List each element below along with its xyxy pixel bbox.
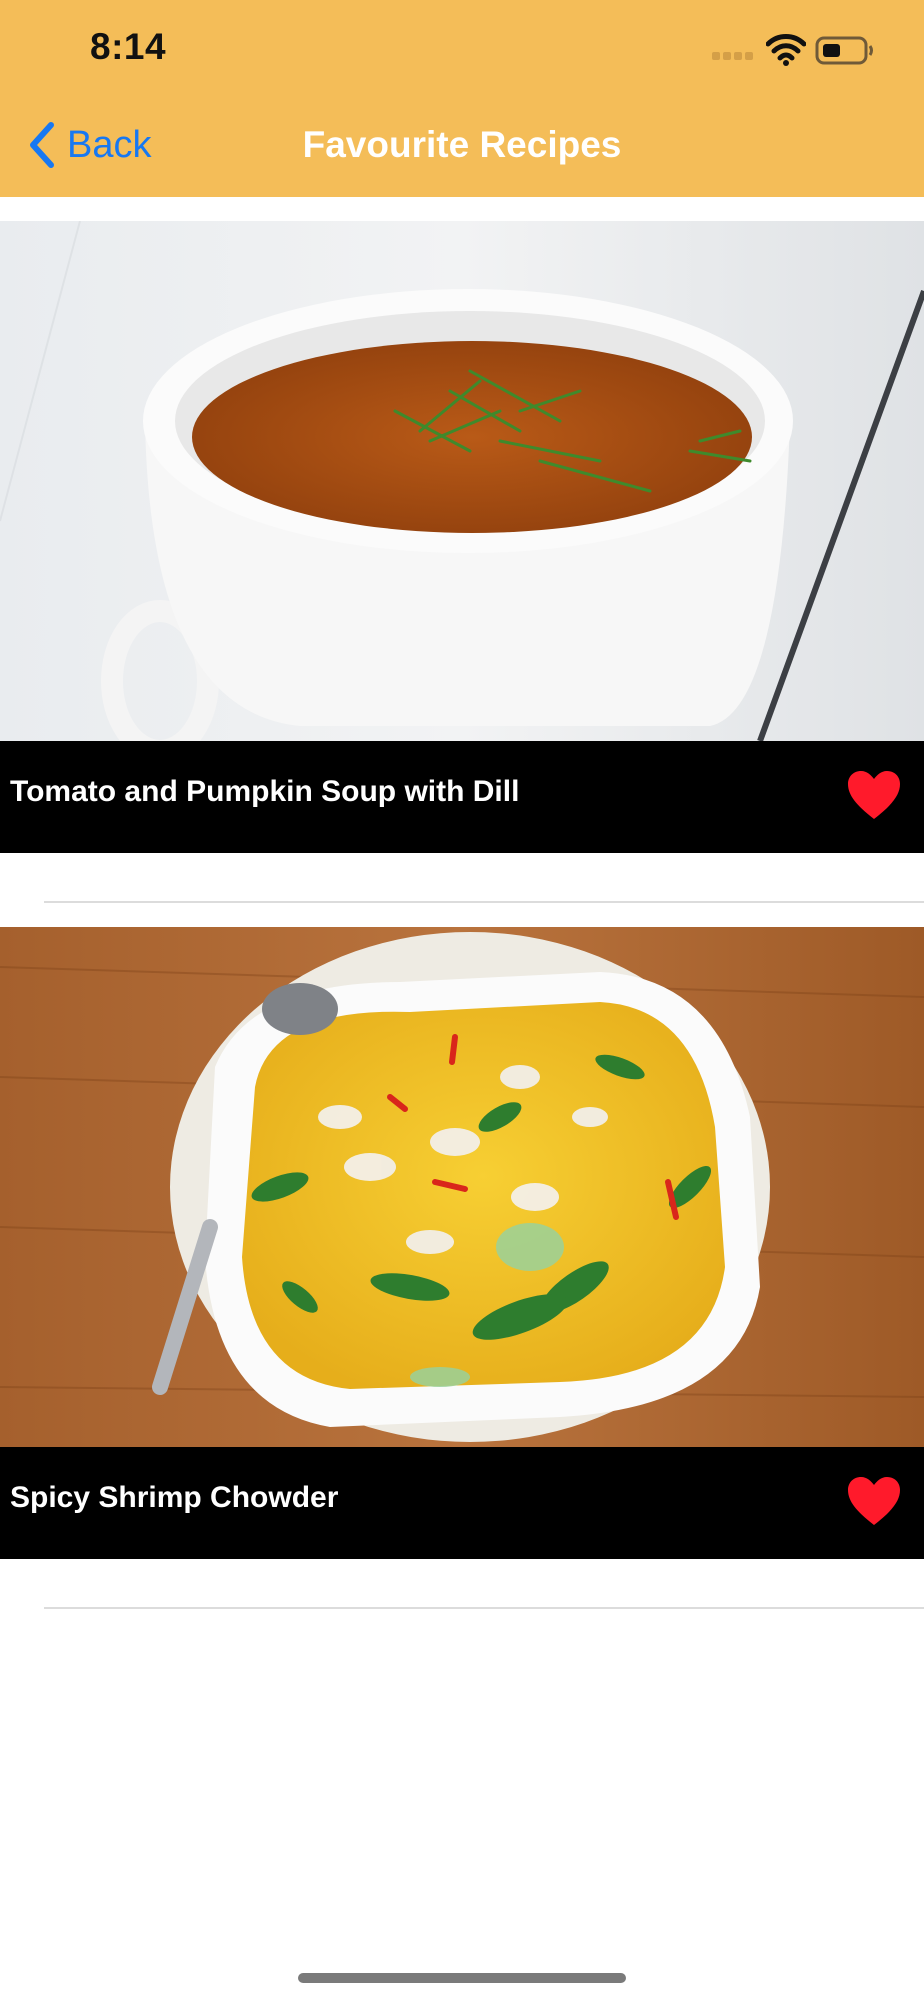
recipe-title: Tomato and Pumpkin Soup with Dill (10, 775, 520, 808)
recipe-title-bar: Spicy Shrimp Chowder (0, 1447, 924, 1559)
recipe-title-bar: Tomato and Pumpkin Soup with Dill (0, 741, 924, 853)
navigation-header: 8:14 Back Favourite Recipes (0, 0, 924, 197)
recipe-image-tomato-pumpkin-soup[interactable] (0, 221, 924, 741)
wifi-icon (766, 34, 806, 66)
status-time: 8:14 (90, 26, 167, 67)
cellular-signal-icon (712, 52, 756, 62)
row-divider (44, 901, 924, 903)
recipe-title: Spicy Shrimp Chowder (10, 1481, 339, 1514)
heart-icon[interactable] (846, 769, 902, 821)
battery-icon (815, 36, 873, 65)
recipe-image-spicy-shrimp-chowder[interactable] (0, 927, 924, 1447)
row-divider (44, 1607, 924, 1609)
home-indicator[interactable] (298, 1973, 626, 1983)
heart-icon[interactable] (846, 1475, 902, 1527)
page-title: Favourite Recipes (302, 124, 622, 165)
